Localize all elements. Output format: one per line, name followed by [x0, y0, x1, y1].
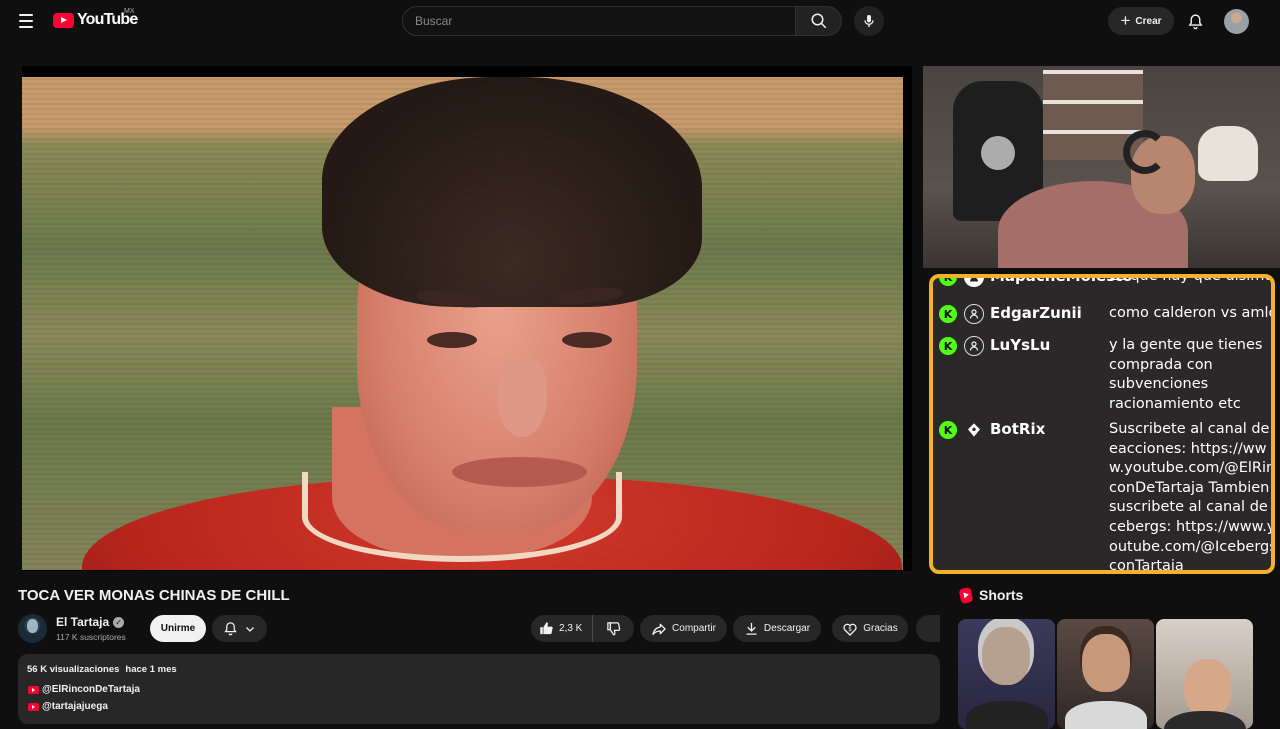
streamer-webcam: [923, 66, 1280, 268]
shorts-icon: [958, 586, 974, 604]
kick-badge-icon: K: [939, 421, 957, 439]
channel-mention-link[interactable]: @tartajajuega: [28, 701, 108, 712]
bot-icon: [964, 420, 984, 440]
dislike-button[interactable]: [593, 615, 634, 642]
upload-date: hace 1 mes: [125, 664, 177, 675]
search-input[interactable]: [403, 7, 795, 35]
video-title: TOCA VER MONAS CHINAS DE CHILL: [18, 587, 290, 604]
menu-icon-line: [19, 14, 33, 16]
search-icon: [811, 13, 826, 29]
video-person-eye: [562, 332, 612, 348]
shorts-section-header: Shorts: [958, 586, 1024, 604]
chat-username: BotRix: [990, 420, 1046, 438]
thumbs-down-icon: [607, 622, 621, 636]
short-thumbnail[interactable]: [1156, 619, 1253, 729]
chat-text: Suscribete al canal de reacciones: https…: [1109, 421, 1275, 574]
short-person-body: [966, 701, 1048, 729]
like-button[interactable]: 2,3 K: [531, 615, 593, 642]
stream-chat-overlay: K MapacheMolesto Es que hay que disimula…: [929, 274, 1275, 574]
kick-badge-icon: K: [939, 278, 957, 286]
menu-icon-line: [19, 20, 33, 22]
user-icon: [964, 304, 984, 324]
verified-check-icon: ✓: [113, 616, 125, 628]
menu-button[interactable]: [14, 8, 40, 34]
video-person-nose: [497, 357, 547, 437]
subscriber-count: 117 K suscriptores: [56, 632, 126, 642]
share-icon: [652, 623, 666, 635]
voice-search-button[interactable]: [854, 6, 884, 36]
channel-avatar[interactable]: [18, 614, 47, 643]
chat-text: como calderon vs amlo: [1109, 305, 1275, 321]
notifications-button[interactable]: [1184, 10, 1206, 32]
user-icon: [964, 336, 984, 356]
view-count: 56 K visualizaciones: [27, 664, 120, 675]
kick-badge-icon: K: [939, 337, 957, 355]
short-thumbnail[interactable]: [958, 619, 1055, 729]
short-person-head: [1082, 634, 1130, 692]
download-icon: [746, 622, 757, 635]
like-count: 2,3 K: [559, 623, 583, 634]
top-bar: YouTube MX + Crear: [0, 0, 1280, 42]
short-person-body: [1164, 711, 1246, 729]
youtube-play-icon: [53, 12, 74, 28]
channel-mention: @ElRinconDeTartaja: [42, 684, 140, 695]
share-label: Compartir: [672, 623, 716, 634]
cam-cat-figure: [1198, 126, 1258, 181]
join-button[interactable]: Unirme: [150, 615, 206, 642]
youtube-icon: [28, 702, 39, 711]
thanks-label: Gracias: [863, 623, 898, 634]
channel-name-link[interactable]: El Tartaja ✓: [56, 615, 125, 629]
create-button[interactable]: + Crear: [1108, 7, 1174, 35]
thanks-button[interactable]: $ Gracias: [832, 615, 908, 642]
video-frame: [22, 77, 903, 570]
bell-icon: [224, 622, 237, 636]
share-button[interactable]: Compartir: [640, 615, 727, 642]
short-person-head: [982, 627, 1030, 685]
create-label: Crear: [1135, 15, 1162, 27]
search-box: [402, 6, 796, 36]
video-person-eye: [427, 332, 477, 348]
menu-icon-line: [19, 26, 33, 28]
channel-name: El Tartaja: [56, 615, 110, 629]
more-actions-button[interactable]: [916, 615, 940, 642]
chat-username: EdgarZunii: [990, 304, 1082, 322]
headset-icon: [1123, 130, 1167, 174]
video-person-hair: [322, 77, 702, 307]
video-person-mouth: [452, 457, 587, 487]
video-player[interactable]: [22, 66, 912, 571]
description-box[interactable]: 56 K visualizaciones hace 1 mes @ElRinco…: [18, 654, 940, 724]
svg-text:$: $: [848, 626, 852, 633]
mic-icon: [864, 15, 874, 27]
channel-mention: @tartajajuega: [42, 701, 108, 712]
user-icon: [964, 278, 984, 287]
chat-username: LuYsLu: [990, 336, 1051, 354]
short-person-head: [1184, 659, 1232, 717]
bell-icon: [1188, 13, 1202, 29]
shorts-title: Shorts: [979, 587, 1024, 603]
heart-dollar-icon: $: [843, 623, 857, 636]
download-button[interactable]: Descargar: [733, 615, 821, 642]
chat-text: Es que hay que disimular: [1109, 274, 1275, 284]
kick-badge-icon: K: [939, 305, 957, 323]
view-stats: 56 K visualizaciones hace 1 mes: [27, 664, 177, 675]
like-dislike-group: 2,3 K: [531, 615, 634, 642]
country-code: MX: [124, 8, 135, 15]
plus-icon: +: [1120, 10, 1131, 30]
chat-text: y la gente que tienes comprada con subve…: [1109, 337, 1263, 412]
short-thumbnail[interactable]: [1057, 619, 1154, 729]
user-avatar[interactable]: [1224, 9, 1249, 34]
thumbs-up-icon: [540, 622, 553, 635]
channel-mention-link[interactable]: @ElRinconDeTartaja: [28, 684, 140, 695]
short-person-body: [1065, 701, 1147, 729]
search-button[interactable]: [796, 6, 842, 36]
download-label: Descargar: [763, 623, 811, 634]
subscription-notifications-button[interactable]: [212, 615, 267, 642]
youtube-logo[interactable]: YouTube MX: [53, 8, 138, 29]
youtube-icon: [28, 685, 39, 694]
chevron-down-icon: [246, 626, 254, 632]
